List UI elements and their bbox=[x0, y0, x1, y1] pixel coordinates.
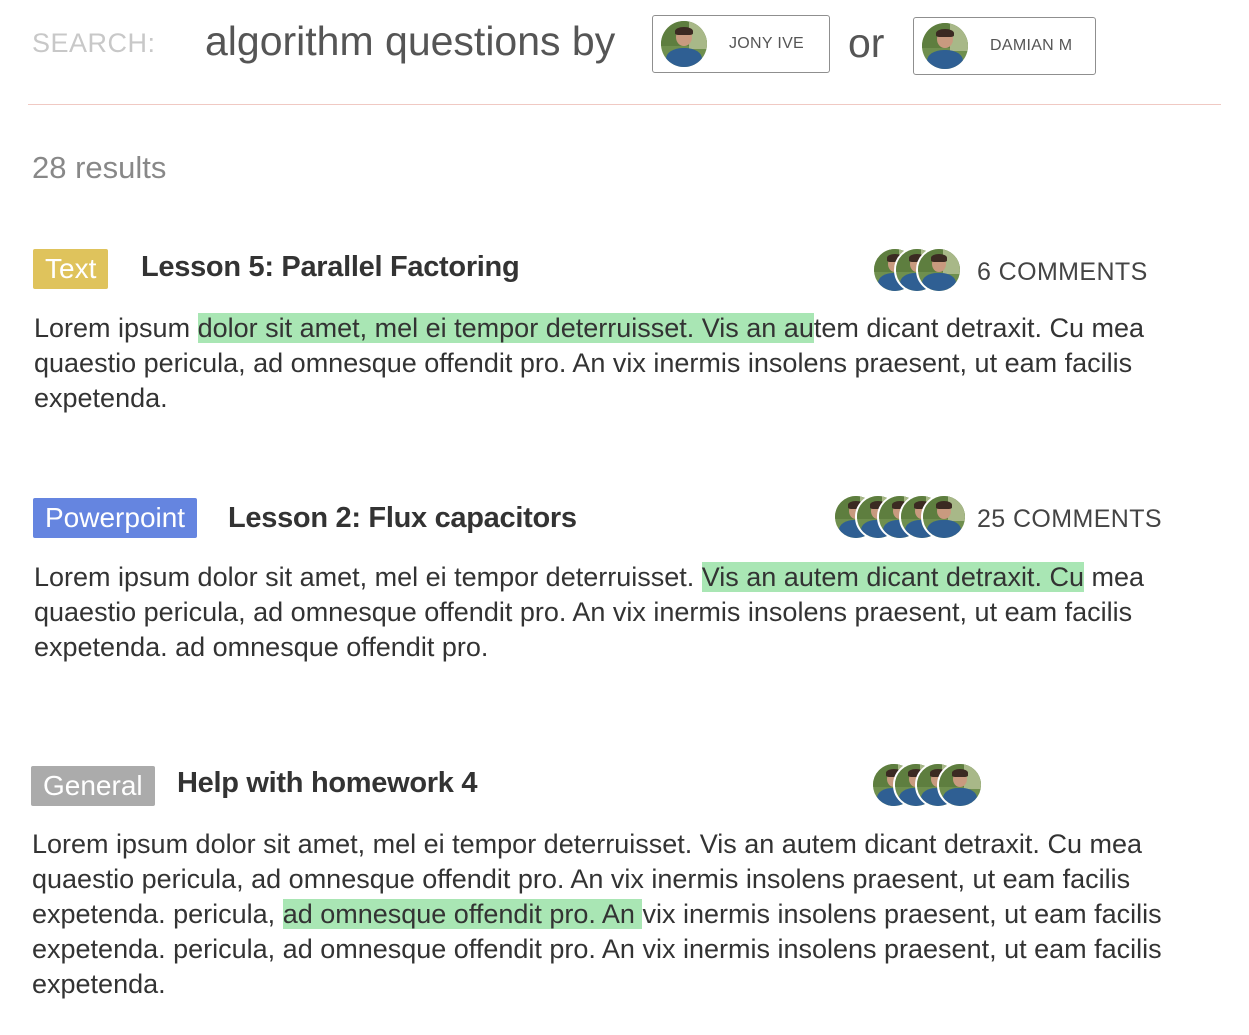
type-badge-powerpoint[interactable]: Powerpoint bbox=[33, 498, 198, 538]
commenter-avatars bbox=[833, 494, 967, 540]
comments-link[interactable]: 6 COMMENTS bbox=[977, 258, 1148, 287]
author-chip-damian-m[interactable]: DAMIAN M bbox=[913, 17, 1096, 75]
or-separator: or bbox=[848, 20, 885, 66]
search-label: SEARCH: bbox=[32, 28, 156, 58]
snippet-text: Lorem ipsum dolor sit amet, mel ei tempo… bbox=[34, 562, 702, 592]
snippet-text: Lorem ipsum bbox=[34, 313, 198, 343]
author-name: DAMIAN M bbox=[990, 37, 1073, 54]
commenter-avatar bbox=[921, 494, 967, 540]
type-badge-text[interactable]: Text bbox=[33, 249, 109, 289]
author-name: JONY IVE bbox=[729, 35, 805, 52]
snippet-highlight: ad omnesque offendit pro. An bbox=[282, 899, 643, 929]
snippet-highlight: Vis an autem dicant detraxit. Cu bbox=[701, 562, 1084, 592]
comments-link[interactable]: 25 COMMENTS bbox=[977, 505, 1162, 534]
commenter-avatar bbox=[916, 247, 962, 293]
search-query[interactable]: algorithm questions by bbox=[205, 18, 615, 65]
commenter-avatars bbox=[871, 762, 983, 808]
result-title[interactable]: Lesson 5: Parallel Factoring bbox=[141, 251, 520, 284]
commenter-avatars bbox=[872, 247, 962, 293]
author-avatar bbox=[922, 23, 968, 69]
result-snippet: Lorem ipsum dolor sit amet, mel ei tempo… bbox=[32, 827, 1202, 1002]
commenter-avatar bbox=[937, 762, 983, 808]
result-title[interactable]: Lesson 2: Flux capacitors bbox=[228, 502, 577, 535]
results-count: 28 results bbox=[32, 150, 167, 185]
type-badge-general[interactable]: General bbox=[31, 766, 155, 806]
result-title[interactable]: Help with homework 4 bbox=[177, 767, 477, 800]
author-chip-jony-ive[interactable]: JONY IVE bbox=[652, 15, 830, 73]
result-snippet: Lorem ipsum dolor sit amet, mel ei tempo… bbox=[34, 560, 1214, 665]
result-snippet: Lorem ipsum dolor sit amet, mel ei tempo… bbox=[34, 311, 1214, 416]
author-avatar bbox=[661, 21, 707, 67]
snippet-highlight: dolor sit amet, mel ei tempor deterruiss… bbox=[197, 313, 814, 343]
header-divider bbox=[28, 104, 1221, 105]
